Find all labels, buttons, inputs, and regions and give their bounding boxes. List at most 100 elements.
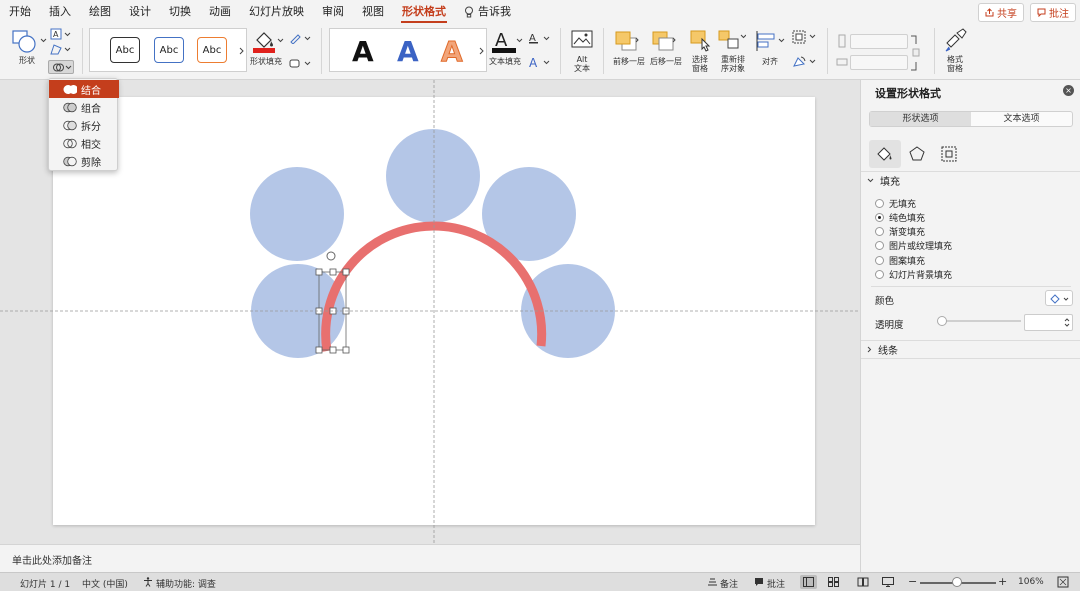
accessibility-status[interactable]: 辅助功能: 调查	[156, 577, 216, 590]
zoom-slider-thumb[interactable]	[952, 577, 962, 587]
shape-effects-icon[interactable]	[289, 57, 313, 69]
slide[interactable]	[53, 97, 815, 525]
reading-view-icon[interactable]	[857, 577, 869, 587]
fill-option-gradient[interactable]: 渐变填充	[875, 225, 925, 238]
gallery-more-icon[interactable]	[479, 47, 484, 55]
send-backward-icon[interactable]	[651, 30, 677, 52]
wordart-style-3[interactable]: A	[441, 35, 464, 69]
alt-text-icon[interactable]	[571, 30, 593, 50]
reorder-objects-icon[interactable]	[718, 30, 746, 52]
chevron-down-icon[interactable]	[516, 38, 523, 43]
fill-option-pattern[interactable]: 图案填充	[875, 254, 925, 267]
menu-item-label: 组合	[81, 103, 101, 115]
notes-toggle[interactable]: 备注	[720, 577, 738, 590]
zoom-out-icon[interactable]: −	[908, 575, 917, 588]
shape-style-3[interactable]: Abc	[197, 37, 227, 63]
union-icon	[63, 84, 77, 94]
wordart-style-2[interactable]: A	[397, 35, 419, 68]
shapes-icon[interactable]	[12, 30, 38, 54]
size-properties-tab[interactable]	[933, 140, 965, 168]
stepper-icon[interactable]	[1064, 317, 1070, 328]
shape-label: 形状	[19, 56, 35, 65]
paint-bucket-icon[interactable]	[252, 28, 278, 54]
lock-aspect-icon[interactable]	[910, 34, 920, 72]
merge-shapes-button[interactable]	[48, 60, 74, 74]
text-outline-icon[interactable]: A	[528, 32, 552, 44]
align-icon[interactable]	[755, 30, 785, 52]
tab-view[interactable]: 视图	[353, 0, 393, 24]
status-bar: 幻灯片 1 / 1 中文 (中国) 辅助功能: 调查 备注 批注 − + 106…	[0, 572, 1080, 591]
transparency-input[interactable]	[1024, 314, 1073, 331]
tab-text-options[interactable]: 文本选项	[971, 112, 1072, 126]
effects-tab[interactable]	[901, 140, 933, 168]
tab-insert[interactable]: 插入	[40, 0, 80, 24]
menu-item-fragment[interactable]: 拆分	[49, 116, 119, 134]
fill-line-tab[interactable]	[869, 140, 901, 168]
radio-label: 无填充	[889, 200, 917, 210]
tab-shape-options[interactable]: 形状选项	[870, 112, 971, 126]
text-fill-icon[interactable]: A	[491, 28, 517, 54]
menu-item-subtract[interactable]: 剪除	[49, 152, 119, 170]
circle-shape[interactable]	[250, 167, 344, 261]
menu-item-combine[interactable]: 组合	[49, 98, 119, 116]
transparency-slider-track[interactable]	[941, 320, 1021, 322]
fill-option-slide-background[interactable]: 幻灯片背景填充	[875, 268, 952, 281]
slide-sorter-icon[interactable]	[828, 577, 839, 587]
rotate-icon[interactable]	[792, 55, 818, 69]
format-pane-icon[interactable]	[944, 28, 968, 52]
normal-view-button[interactable]	[800, 575, 817, 589]
fill-option-solid[interactable]: 纯色填充	[875, 211, 925, 224]
shape-style-2[interactable]: Abc	[154, 37, 184, 63]
fill-section-header[interactable]: 填充	[861, 171, 1080, 189]
tab-draw[interactable]: 绘图	[80, 0, 120, 24]
language-indicator[interactable]: 中文 (中国)	[82, 577, 128, 590]
width-icon	[836, 58, 848, 66]
chevron-down-icon[interactable]	[40, 38, 47, 43]
tab-animations[interactable]: 动画	[200, 0, 240, 24]
slideshow-icon[interactable]	[882, 577, 894, 587]
line-section-header[interactable]: 线条	[861, 340, 1080, 358]
shape-height-field[interactable]	[850, 34, 908, 49]
shape-outline-icon[interactable]	[289, 32, 313, 44]
share-button[interactable]: 共享	[978, 3, 1024, 22]
comments-toggle[interactable]: 批注	[767, 577, 785, 590]
tab-review[interactable]: 审阅	[313, 0, 353, 24]
radio-label: 渐变填充	[889, 228, 926, 238]
shape-style-1[interactable]: Abc	[110, 37, 140, 63]
height-icon	[838, 34, 846, 48]
tab-design[interactable]: 设计	[120, 0, 160, 24]
tell-me-search[interactable]: 告诉我	[455, 0, 520, 24]
shape-width-field[interactable]	[850, 55, 908, 70]
group-icon[interactable]	[792, 30, 818, 44]
zoom-in-icon[interactable]: +	[998, 575, 1007, 588]
notes-field[interactable]: 单击此处添加备注	[0, 544, 860, 572]
transparency-slider-thumb[interactable]	[937, 316, 947, 326]
menu-item-intersect[interactable]: 相交	[49, 134, 119, 152]
close-icon[interactable]: ×	[1063, 85, 1074, 96]
fill-option-none[interactable]: 无填充	[875, 197, 916, 210]
wordart-style-1[interactable]: A	[352, 35, 374, 68]
paint-bucket-icon	[877, 147, 892, 161]
edit-shape-icon[interactable]	[50, 43, 72, 55]
bring-forward-icon[interactable]	[614, 30, 640, 52]
selection-pane-icon[interactable]	[690, 30, 712, 52]
tab-shape-format[interactable]: 形状格式	[393, 0, 455, 24]
rotate-handle[interactable]	[326, 251, 336, 261]
text-box-icon[interactable]: A	[50, 28, 72, 40]
color-picker-button[interactable]	[1045, 290, 1073, 306]
format-pane-label: 格式 窗格	[947, 55, 963, 73]
text-effects-icon[interactable]: A	[528, 56, 552, 70]
zoom-level[interactable]: 106%	[1018, 577, 1044, 587]
fit-to-window-icon[interactable]	[1057, 576, 1069, 588]
comments-button[interactable]: 批注	[1030, 3, 1076, 22]
circle-shape[interactable]	[386, 129, 480, 223]
radio-label: 幻灯片背景填充	[889, 271, 953, 281]
menu-item-union[interactable]: 结合	[49, 80, 119, 98]
tab-home[interactable]: 开始	[0, 0, 40, 24]
fill-option-picture[interactable]: 图片或纹理填充	[875, 239, 952, 252]
gallery-more-icon[interactable]	[239, 47, 244, 55]
chevron-down-icon[interactable]	[277, 38, 284, 43]
tab-transitions[interactable]: 切换	[160, 0, 200, 24]
radio-label: 图片或纹理填充	[889, 242, 953, 252]
tab-slideshow[interactable]: 幻灯片放映	[240, 0, 313, 24]
